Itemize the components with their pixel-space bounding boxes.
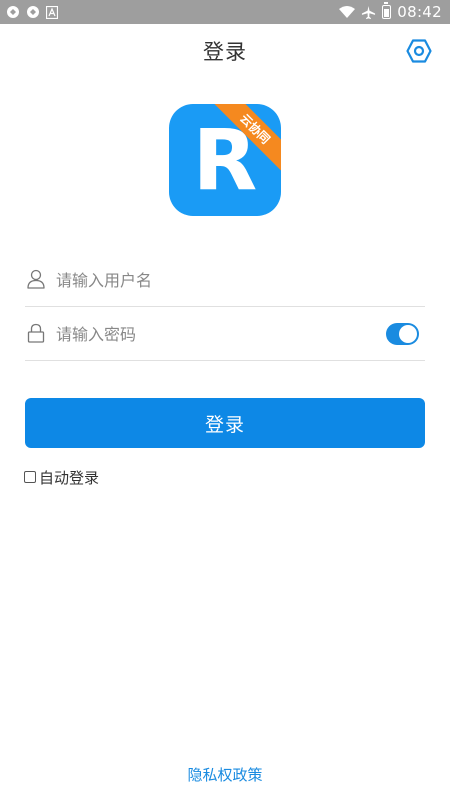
password-field [25,308,425,361]
auto-login-option[interactable]: 自动登录 [24,466,99,488]
username-input[interactable] [56,264,376,296]
title-bar: 登录 [0,24,450,76]
status-time: 08:42 [397,3,442,21]
battery-icon [382,2,392,19]
status-bar: 08:42 [0,0,450,24]
username-field [25,254,425,307]
sync-icon [7,6,19,18]
user-icon [27,269,45,289]
auto-login-checkbox[interactable] [24,471,36,483]
text-a-icon [46,5,58,19]
sync-icon [27,6,39,18]
app-logo: R 云协同 [169,104,281,216]
privacy-policy-link[interactable]: 隐私权政策 [0,764,450,785]
lock-icon [27,323,45,343]
status-left-icons [6,3,58,21]
status-right-icons: 08:42 [339,2,442,22]
auto-login-label: 自动登录 [39,468,100,487]
wifi-icon [339,6,356,18]
airplane-icon [362,5,376,19]
page-title: 登录 [203,40,247,64]
settings-button[interactable] [406,38,432,64]
settings-hex-icon [406,39,432,63]
login-button[interactable]: 登录 [25,398,425,448]
password-input[interactable] [56,318,376,350]
toggle-knob [399,325,417,343]
password-visibility-toggle[interactable] [386,323,419,345]
